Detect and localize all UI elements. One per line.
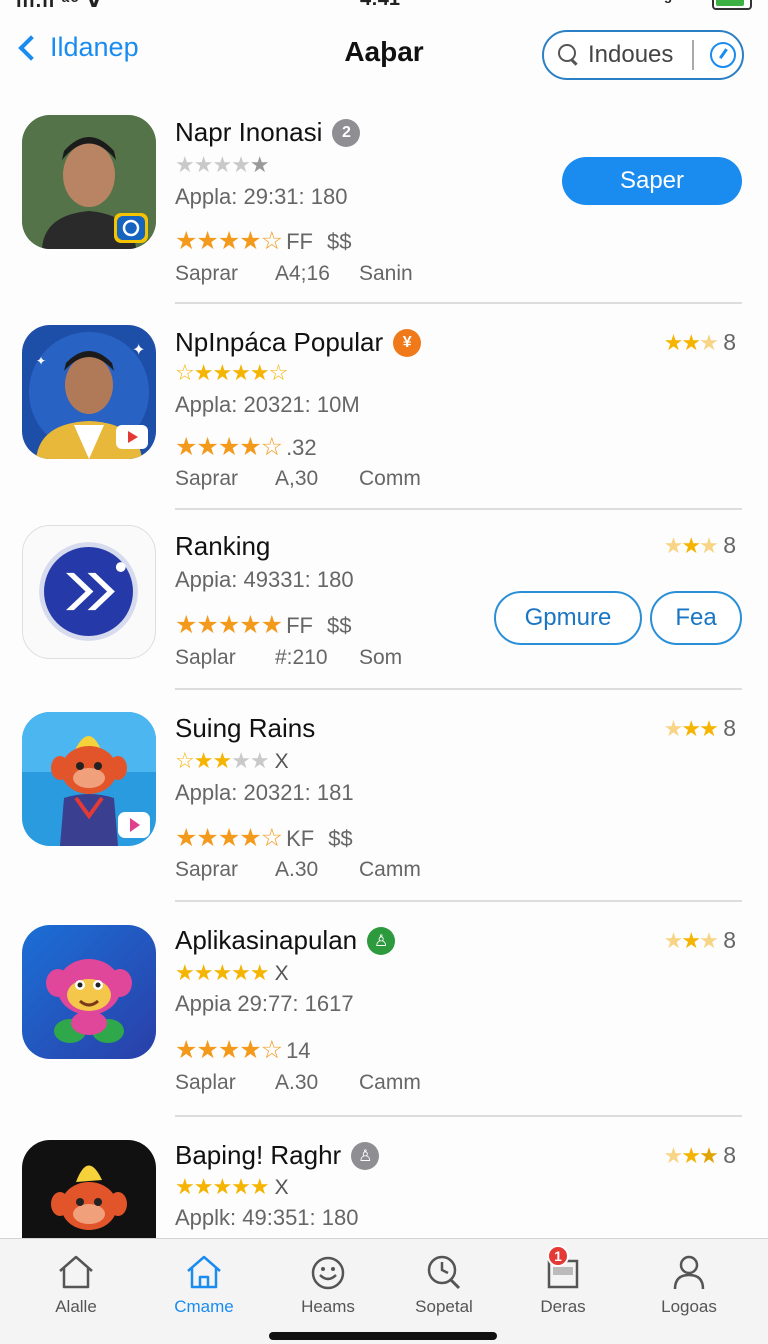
status-right: ᴵ ᵍ ᵋᵛ ᴴ <box>655 0 752 11</box>
rating-summary: ★★★ 8 <box>663 329 736 355</box>
category-line: Saplar A.30 Camm <box>175 1071 421 1094</box>
navigation-bar: Ildanep Aaþar <box>0 20 768 90</box>
divider <box>175 1115 742 1117</box>
star-rating: ★★★★★ <box>175 152 270 177</box>
status-icons: ᴵ ᵍ ᵋᵛ ᴴ <box>655 0 706 11</box>
speed-gauge-icon[interactable] <box>709 42 736 68</box>
search-bar[interactable] <box>542 30 744 80</box>
person-icon <box>667 1253 711 1291</box>
app-icon-monkey-character[interactable] <box>22 712 156 846</box>
app-icon-fastforward[interactable] <box>22 525 156 659</box>
rating-line: ★★★★☆ KF $$ <box>175 824 353 852</box>
tab-heams[interactable]: Heams <box>268 1253 388 1317</box>
app-name: Suing Rains <box>175 713 316 743</box>
star-rating: ☆★★★★ X <box>175 748 289 773</box>
category-line: Saplar #:210 Som <box>175 646 403 669</box>
rating-line: ★★★★★ FF $$ <box>175 611 352 639</box>
rating-line: ★★★★☆ 14 <box>175 1036 311 1064</box>
tab-logoas[interactable]: Logoas <box>629 1253 749 1317</box>
app-icon-portrait-blue[interactable]: ✦ ✦ <box>22 325 156 459</box>
app-icon-portrait[interactable] <box>22 115 156 249</box>
rating-summary: ★★★ 8 <box>663 927 736 953</box>
notification-badge: 1 <box>547 1245 569 1267</box>
app-meta: Applk: 49:351: 180 <box>175 1205 359 1230</box>
house-icon <box>54 1253 98 1291</box>
tab-bar: Alalle Cmame Heams Sopetal 1 Deras Logoa… <box>0 1238 768 1344</box>
category-line: Saprar A.30 Camm <box>175 858 421 881</box>
app-icon-pink-monkey[interactable] <box>22 925 156 1059</box>
svg-text:✦: ✦ <box>132 342 145 359</box>
app-icon-dark-monkey[interactable] <box>22 1140 156 1238</box>
tab-deras[interactable]: 1 Deras <box>503 1245 623 1317</box>
search-input[interactable] <box>588 41 688 69</box>
star-rating: ☆★★★★☆ <box>175 360 288 385</box>
home-indicator[interactable] <box>269 1332 497 1340</box>
app-meta: Appla: 20321: 181 <box>175 780 354 805</box>
app-name: Baping! Raghr ♙ <box>175 1140 380 1171</box>
rating-line: ★★★★☆ FF $$ <box>175 227 352 255</box>
star-rating: ★★★★★ X <box>175 960 289 985</box>
clock: 4:41 <box>360 0 400 11</box>
rating-summary: ★★★ 8 <box>663 1142 736 1168</box>
search-divider <box>692 40 694 70</box>
app-name: Napr Inonasi 2 <box>175 117 361 148</box>
rating-summary: ★★★ 8 <box>663 715 736 741</box>
pawn-badge-icon: ♙ <box>351 1141 380 1170</box>
gpmure-button[interactable]: Gpmure <box>494 591 642 645</box>
app-name: NpInpáca Popular ¥ <box>175 327 422 358</box>
inbox-icon: 1 <box>541 1245 585 1291</box>
svg-text:✦: ✦ <box>36 354 46 368</box>
pawn-badge-icon: ♙ <box>367 926 396 955</box>
app-name: Ranking <box>175 531 271 561</box>
divider <box>175 900 742 902</box>
divider <box>175 508 742 510</box>
tab-sopetal[interactable]: Sopetal <box>384 1253 504 1317</box>
divider <box>175 302 742 304</box>
rating-line: ★★★★☆ .32 <box>175 433 317 461</box>
category-line: Saprar A4;16 Sanin <box>175 262 413 285</box>
app-name: Aplikasinapulan ♙ <box>175 925 396 956</box>
saper-button[interactable]: Saper <box>562 157 742 205</box>
divider <box>175 688 742 690</box>
fea-button[interactable]: Fea <box>650 591 742 645</box>
app-meta: Appla: 20321: 10M <box>175 392 360 417</box>
search-icon <box>558 44 580 66</box>
fire-badge-icon: ¥ <box>393 328 422 357</box>
home-icon <box>182 1253 226 1291</box>
smiley-icon <box>306 1253 350 1291</box>
app-meta: Appla: 29:31: 180 <box>175 184 348 209</box>
info-badge-icon: 2 <box>332 118 361 147</box>
tab-cmame[interactable]: Cmame <box>144 1253 264 1317</box>
rating-summary: ★★★ 8 <box>663 532 736 558</box>
app-meta: Appia: 49331: 180 <box>175 567 354 592</box>
signal-indicator: ııı.ıl ᵃᵒ ∀ <box>16 0 103 12</box>
status-bar: ııı.ıl ᵃᵒ ∀ 4:41 ᴵ ᵍ ᵋᵛ ᴴ <box>0 0 768 12</box>
search-icon <box>422 1253 466 1291</box>
battery-icon <box>712 0 752 10</box>
category-line: Saprar A,30 Comm <box>175 467 421 490</box>
star-rating: ★★★★★ X <box>175 1174 289 1199</box>
app-meta: Appia 29:77: 1617 <box>175 991 354 1016</box>
tab-alalle[interactable]: Alalle <box>16 1253 136 1317</box>
